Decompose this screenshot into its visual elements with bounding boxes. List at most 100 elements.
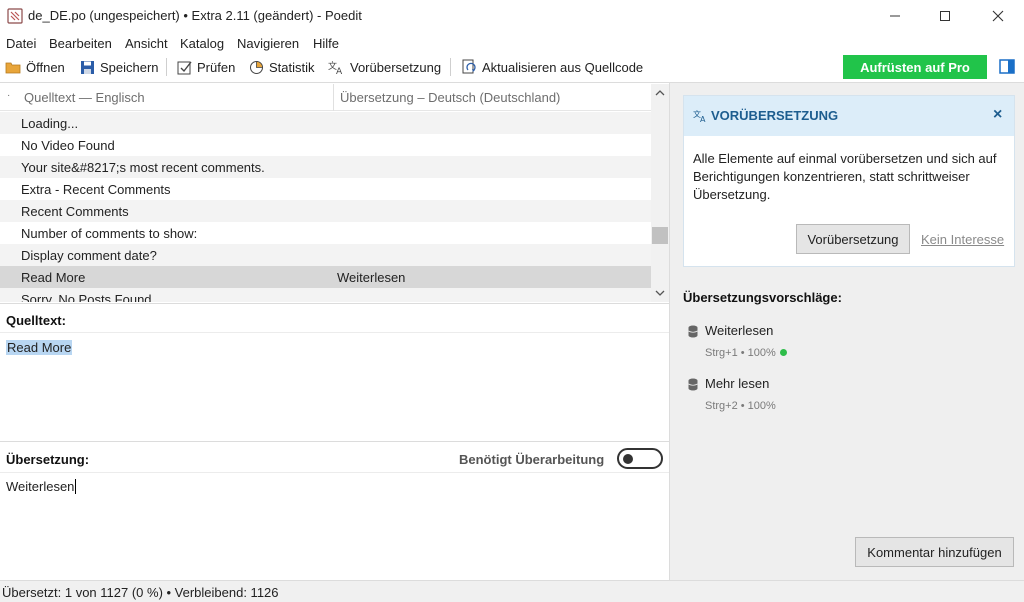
- list-row[interactable]: No Video Found: [0, 134, 651, 156]
- maximize-button[interactable]: [922, 0, 968, 32]
- suggestions-title: Übersetzungsvorschläge:: [683, 290, 842, 305]
- list-row[interactable]: Number of comments to show:: [0, 222, 651, 244]
- upgrade-to-pro-button[interactable]: Aufrüsten auf Pro: [843, 55, 987, 79]
- column-source-header[interactable]: Quelltext — Englisch: [24, 90, 145, 105]
- suggestion-shortcut: Strg+1 • 100%: [705, 347, 776, 359]
- title-bar: de_DE.po (ungespeichert) • Extra 2.11 (g…: [0, 0, 1024, 32]
- verified-check-icon: [779, 349, 787, 356]
- toolbar-separator: [166, 58, 167, 76]
- database-icon: [688, 378, 698, 391]
- row-source-text: Your site&#8217;s most recent comments.: [21, 160, 265, 175]
- row-source-text: Extra - Recent Comments: [21, 182, 171, 197]
- menu-bar: Datei Bearbeiten Ansicht Katalog Navigie…: [0, 34, 1024, 54]
- translation-label: Übersetzung:: [6, 452, 90, 467]
- poedit-app-icon: [7, 8, 23, 24]
- menu-help[interactable]: Hilfe: [313, 36, 339, 51]
- refresh-file-icon: [462, 59, 476, 74]
- list-row[interactable]: Your site&#8217;s most recent comments.: [0, 156, 651, 178]
- database-icon: [688, 325, 698, 338]
- folder-icon: [5, 62, 21, 74]
- suggestion-meta: Strg+1 • 100%: [705, 347, 787, 359]
- menu-edit[interactable]: Bearbeiten: [49, 36, 112, 51]
- scroll-up-icon[interactable]: [655, 89, 665, 97]
- pretranslate-label: Vorübersetzung: [350, 59, 442, 75]
- toggle-knob: [623, 454, 633, 464]
- list-row[interactable]: Sorry, No Posts Found: [0, 288, 651, 302]
- stats-button[interactable]: Statistik: [249, 56, 315, 78]
- checklist-icon: [177, 61, 192, 74]
- open-button[interactable]: Öffnen: [5, 56, 65, 78]
- list-header: · Quelltext — Englisch Übersetzung – Deu…: [0, 84, 651, 111]
- pie-chart-icon: [250, 60, 263, 74]
- source-text[interactable]: Read More: [6, 340, 73, 355]
- pretranslate-card-header: 文A VORÜBERSETZUNG ×: [684, 96, 1014, 136]
- menu-catalog[interactable]: Katalog: [180, 36, 224, 51]
- add-comment-button[interactable]: Kommentar hinzufügen: [855, 537, 1014, 567]
- scroll-thumb[interactable]: [652, 227, 668, 244]
- minimize-button[interactable]: [872, 0, 918, 32]
- status-text: Übersetzt: 1 von 1127 (0 %) • Verbleiben…: [2, 585, 279, 600]
- suggestion-text: Mehr lesen: [705, 376, 770, 391]
- validate-label: Prüfen: [197, 59, 236, 75]
- list-row[interactable]: Loading...: [0, 112, 651, 134]
- list-row[interactable]: Extra - Recent Comments: [0, 178, 651, 200]
- list-row[interactable]: Recent Comments: [0, 200, 651, 222]
- text-caret: [75, 479, 77, 494]
- row-source-text: Sorry, No Posts Found: [21, 292, 152, 302]
- update-from-source-label: Aktualisieren aus Quellcode: [482, 59, 644, 75]
- translation-divider: [0, 441, 669, 442]
- pretranslate-button[interactable]: 文A Vorübersetzung: [328, 56, 441, 78]
- translation-input[interactable]: Weiterlesen: [6, 479, 77, 494]
- column-translation-header[interactable]: Übersetzung – Deutsch (Deutschland): [340, 90, 560, 105]
- update-from-source-button[interactable]: Aktualisieren aus Quellcode: [461, 56, 643, 78]
- close-icon: [992, 10, 1004, 22]
- stats-label: Statistik: [269, 59, 315, 75]
- validate-button[interactable]: Prüfen: [177, 56, 235, 78]
- row-source-text: Recent Comments: [21, 204, 129, 219]
- row-source-text: No Video Found: [21, 138, 115, 153]
- svg-text:A: A: [700, 115, 706, 123]
- svg-text:A: A: [336, 67, 343, 75]
- menu-navigate[interactable]: Navigieren: [237, 36, 299, 51]
- column-divider: [333, 84, 334, 111]
- suggestion-text: Weiterlesen: [705, 323, 774, 338]
- list-scrollbar[interactable]: [651, 84, 669, 302]
- window-title: de_DE.po (ungespeichert) • Extra 2.11 (g…: [28, 8, 362, 23]
- menu-view[interactable]: Ansicht: [125, 36, 168, 51]
- needs-review-label: Benötigt Überarbeitung: [459, 452, 605, 467]
- close-card-icon[interactable]: ×: [993, 106, 1002, 124]
- list-row[interactable]: Read More Weiterlesen: [0, 266, 651, 288]
- source-label-divider: [0, 332, 669, 333]
- save-label: Speichern: [100, 59, 159, 75]
- row-source-text: Number of comments to show:: [21, 226, 198, 241]
- translate-icon: 文A: [693, 109, 706, 123]
- translation-text: Weiterlesen: [6, 479, 75, 494]
- save-button[interactable]: Speichern: [80, 56, 159, 78]
- translate-icon: 文A: [328, 60, 343, 75]
- maximize-icon: [940, 11, 950, 21]
- list-rows: Loading... No Video Found Your site&#8217;…: [0, 112, 651, 302]
- toolbar-separator: [450, 58, 451, 76]
- close-button[interactable]: [975, 0, 1021, 32]
- no-interest-link[interactable]: Kein Interesse: [921, 232, 1004, 247]
- open-label: Öffnen: [26, 59, 65, 75]
- row-source-text: Display comment date?: [21, 248, 157, 263]
- sidebar-toggle-icon[interactable]: [999, 59, 1015, 74]
- list-bottom-divider: [0, 303, 669, 304]
- list-row[interactable]: Display comment date?: [0, 244, 651, 266]
- scroll-down-icon[interactable]: [655, 289, 665, 297]
- pretranslate-card-title: VORÜBERSETZUNG: [711, 108, 839, 123]
- entries-list[interactable]: · Quelltext — Englisch Übersetzung – Deu…: [0, 84, 669, 302]
- status-bar: Übersetzt: 1 von 1127 (0 %) • Verbleiben…: [0, 580, 1024, 602]
- row-source-text: Loading...: [21, 116, 79, 131]
- source-label: Quelltext:: [6, 313, 66, 328]
- pretranslate-card: 文A VORÜBERSETZUNG × Alle Elemente auf ei…: [683, 95, 1015, 267]
- suggestion-meta: Strg+2 • 100%: [705, 400, 776, 412]
- menu-file[interactable]: Datei: [6, 36, 36, 51]
- pretranslate-card-button[interactable]: Vorübersetzung: [796, 224, 910, 254]
- needs-review-toggle[interactable]: [617, 448, 663, 469]
- row-translation-text: Weiterlesen: [337, 270, 406, 285]
- sort-indicator-icon: ·: [7, 90, 11, 101]
- minimize-icon: [890, 15, 900, 17]
- pretranslate-card-body: Alle Elemente auf einmal vorübersetzen u…: [693, 151, 997, 202]
